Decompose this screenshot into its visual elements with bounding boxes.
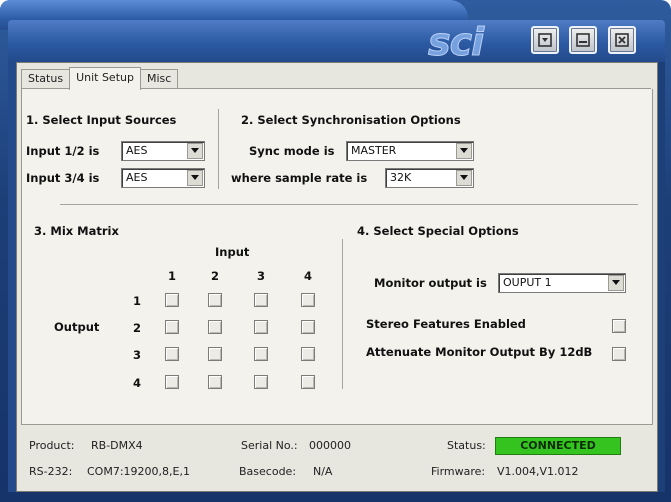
matrix-checkbox-3-4[interactable] [301,347,315,361]
attenuate-monitor-label: Attenuate Monitor Output By 12dB [366,345,593,359]
input34-select[interactable]: AES [121,168,205,188]
row-header-3: 3 [132,348,141,362]
matrix-checkbox-2-1[interactable] [165,320,179,334]
sci-logo: sci [427,20,484,64]
matrix-checkbox-4-3[interactable] [254,375,268,389]
input12-value: AES [126,144,148,157]
horizontal-divider [60,204,638,205]
close-icon [615,33,629,47]
monitor-output-value: OUPUT 1 [503,276,552,289]
status-bar: Product: RB-DMX4 Serial No.: 000000 Stat… [21,429,653,487]
matrix-checkbox-1-3[interactable] [254,293,268,307]
status-badge: CONNECTED [495,437,621,455]
rs232-label: RS-232: [29,465,73,478]
matrix-checkbox-2-2[interactable] [208,320,222,334]
chevron-down-icon[interactable] [456,170,472,186]
matrix-output-label: Output [54,320,100,334]
input34-value: AES [126,171,148,184]
input-sources-heading: 1. Select Input Sources [26,113,177,127]
mix-matrix-heading: 3. Mix Matrix [34,224,119,238]
column-header-2: 2 [210,269,219,283]
chevron-down-icon[interactable] [187,170,203,186]
monitor-output-select[interactable]: OUPUT 1 [498,273,626,293]
matrix-checkbox-3-1[interactable] [165,347,179,361]
matrix-checkbox-2-3[interactable] [254,320,268,334]
close-button[interactable] [608,26,636,54]
matrix-checkbox-3-2[interactable] [208,347,222,361]
matrix-checkbox-1-1[interactable] [165,293,179,307]
frame-right [658,62,665,492]
matrix-checkbox-4-2[interactable] [208,375,222,389]
matrix-checkbox-1-2[interactable] [208,293,222,307]
chevron-down-icon[interactable] [608,275,624,291]
row-header-4: 4 [132,376,141,390]
matrix-checkbox-3-3[interactable] [254,347,268,361]
monitor-output-label: Monitor output is [374,276,487,290]
status-label: Status: [447,439,486,452]
input12-label: Input 1/2 is [26,144,100,158]
tab-status[interactable]: Status [21,69,71,89]
input12-select[interactable]: AES [121,141,205,161]
tab-unit-setup[interactable]: Unit Setup [69,67,141,90]
minimize-button[interactable] [531,26,559,54]
sample-rate-label: where sample rate is [231,171,368,185]
matrix-checkbox-1-4[interactable] [301,293,315,307]
sample-rate-value: 32K [390,171,412,184]
product-value: RB-DMX4 [91,439,143,452]
stereo-features-label: Stereo Features Enabled [366,317,526,331]
input34-label: Input 3/4 is [26,171,100,185]
row-header-2: 2 [132,321,141,335]
firmware-value: V1.004,V1.012 [497,465,579,478]
serial-value: 000000 [309,439,351,452]
sync-mode-select[interactable]: MASTER [346,141,474,161]
row-header-1: 1 [132,294,141,308]
special-options-heading: 4. Select Special Options [357,224,519,238]
matrix-input-label: Input [215,245,250,259]
stereo-features-checkbox[interactable] [612,319,626,333]
column-header-1: 1 [167,269,176,283]
unit-setup-page: 1. Select Input Sources Input 1/2 is AES… [21,89,653,425]
sync-options-heading: 2. Select Synchronisation Options [241,113,461,127]
attenuate-monitor-checkbox[interactable] [612,347,626,361]
main-panel: Status Unit Setup Misc 1. Select Input S… [16,62,658,492]
section-divider [218,109,219,189]
product-label: Product: [29,439,75,452]
sync-mode-label: Sync mode is [249,144,335,158]
tab-bar: Status Unit Setup Misc [21,67,179,90]
matrix-checkbox-4-1[interactable] [165,375,179,389]
serial-label: Serial No.: [241,439,298,452]
basecode-label: Basecode: [239,465,297,478]
basecode-value: N/A [313,465,333,478]
chevron-down-icon[interactable] [456,143,472,159]
firmware-label: Firmware: [431,465,486,478]
chevron-down-icon[interactable] [187,143,203,159]
column-header-3: 3 [256,269,265,283]
section-divider [342,239,343,389]
restore-icon [576,33,590,47]
restore-button[interactable] [569,26,597,54]
frame-left [8,62,16,492]
matrix-checkbox-2-4[interactable] [301,320,315,334]
tab-misc[interactable]: Misc [139,69,179,89]
matrix-checkbox-4-4[interactable] [301,375,315,389]
column-header-4: 4 [303,269,312,283]
rs232-value: COM7:19200,8,E,1 [87,465,190,478]
sync-mode-value: MASTER [351,144,397,157]
sample-rate-select[interactable]: 32K [385,168,474,188]
minimize-icon [538,33,552,47]
title-bar[interactable] [8,20,665,62]
